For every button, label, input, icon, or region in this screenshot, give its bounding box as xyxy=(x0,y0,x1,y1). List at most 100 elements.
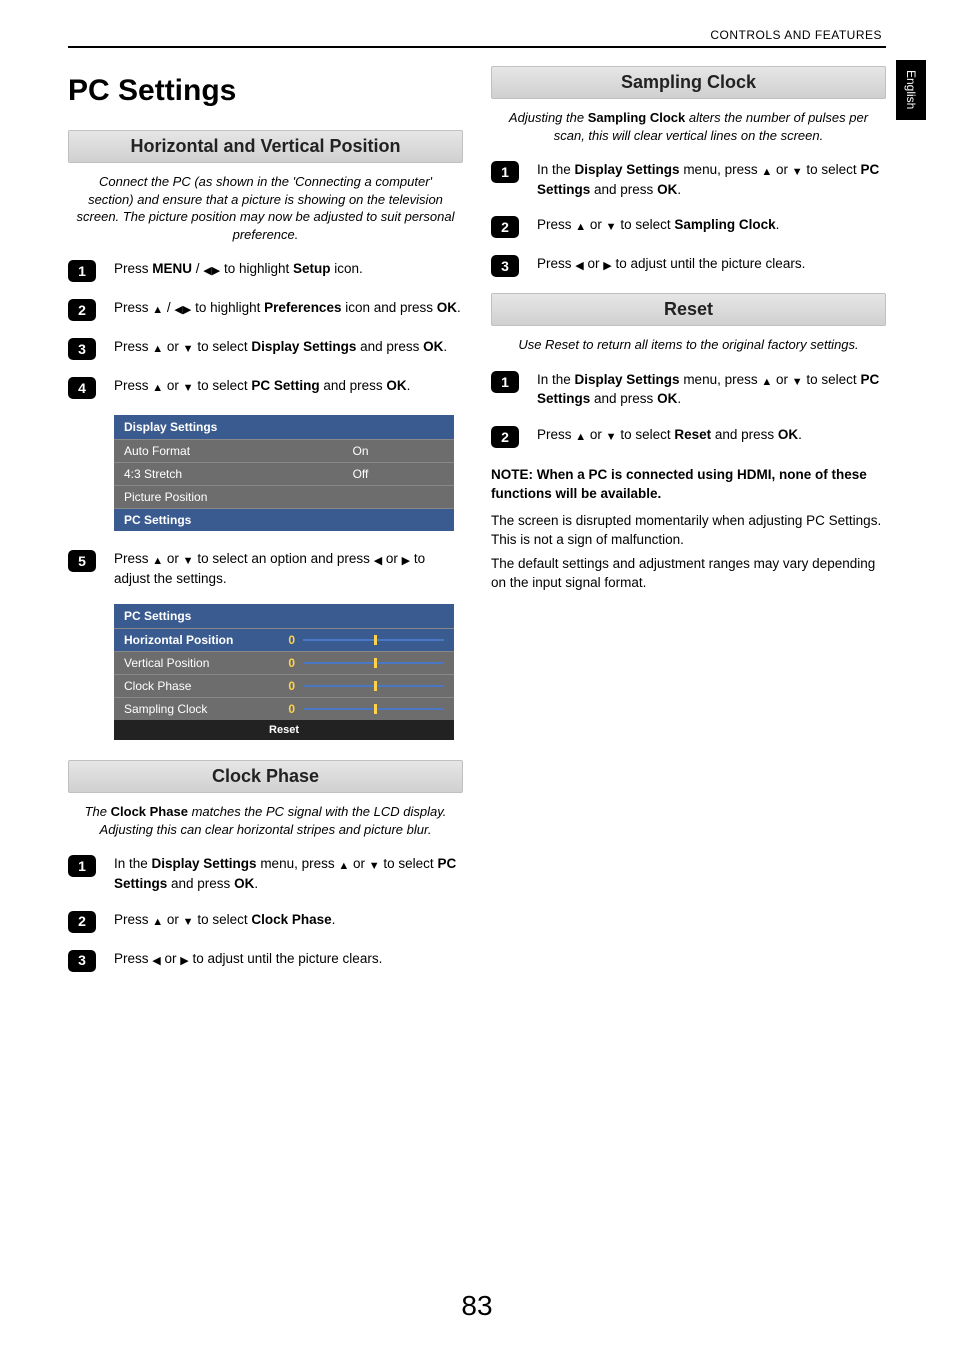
slider-track xyxy=(303,662,444,664)
page-number: 83 xyxy=(0,1290,954,1322)
sampling-clock-intro: Adjusting the Sampling Clock alters the … xyxy=(499,109,878,144)
hv-step-3: 3 Press ▲ or ▼ to select Display Setting… xyxy=(68,337,463,360)
step-badge: 5 xyxy=(68,550,96,572)
up-icon: ▲ xyxy=(761,377,772,388)
slider-thumb xyxy=(374,658,377,668)
up-icon: ▲ xyxy=(152,556,163,567)
menu-item-label: Picture Position xyxy=(114,486,267,509)
step-badge: 1 xyxy=(491,161,519,183)
step-badge: 3 xyxy=(68,950,96,972)
slider-thumb xyxy=(374,681,377,691)
section-sampling-clock: Sampling Clock xyxy=(491,66,886,99)
down-icon: ▼ xyxy=(183,383,194,394)
step-badge: 1 xyxy=(68,855,96,877)
right-icon: ▶ xyxy=(402,556,410,567)
section-clock-phase: Clock Phase xyxy=(68,760,463,793)
slider-thumb xyxy=(374,704,377,714)
slider: 0 xyxy=(277,633,444,647)
left-column: PC Settings Horizontal and Vertical Posi… xyxy=(68,66,463,988)
menu-item-label: Vertical Position xyxy=(114,652,267,675)
hdmi-note: NOTE: When a PC is connected using HDMI,… xyxy=(491,466,886,504)
up-icon: ▲ xyxy=(575,222,586,233)
slider-thumb xyxy=(374,635,377,645)
menu-header: PC Settings xyxy=(114,604,454,629)
right-icon: ▶ xyxy=(180,956,188,967)
slider-track xyxy=(303,639,444,641)
step-badge: 1 xyxy=(491,371,519,393)
left-right-icon: ◀▶ xyxy=(203,266,220,277)
step-badge: 2 xyxy=(68,911,96,933)
menu-item-label: Clock Phase xyxy=(114,675,267,698)
section-reset: Reset xyxy=(491,293,886,326)
up-icon: ▲ xyxy=(338,861,349,872)
hv-intro: Connect the PC (as shown in the 'Connect… xyxy=(76,173,455,243)
menu-item-value: On xyxy=(267,440,454,463)
right-icon: ▶ xyxy=(603,261,611,272)
body-text-1: The screen is disrupted momentarily when… xyxy=(491,512,886,550)
slider-track xyxy=(303,708,444,710)
menu-item-label: Horizontal Position xyxy=(114,629,267,652)
body-text-2: The default settings and adjustment rang… xyxy=(491,555,886,593)
left-icon: ◀ xyxy=(374,556,382,567)
reset-intro: Use Reset to return all items to the ori… xyxy=(499,336,878,354)
pc-settings-menu: PC Settings Horizontal Position 0 Vertic… xyxy=(114,604,454,740)
down-icon: ▼ xyxy=(183,556,194,567)
reset-step-1: 1 In the Display Settings menu, press ▲ … xyxy=(491,370,886,409)
menu-item-value xyxy=(267,486,454,509)
page-title: PC Settings xyxy=(68,74,463,108)
down-icon: ▼ xyxy=(369,861,380,872)
step-badge: 4 xyxy=(68,377,96,399)
menu-item-label: Auto Format xyxy=(114,440,267,463)
slider-track xyxy=(303,685,444,687)
hv-step-1: 1 Press MENU / ◀▶ to highlight Setup ico… xyxy=(68,259,463,282)
up-icon: ▲ xyxy=(152,383,163,394)
down-icon: ▼ xyxy=(183,917,194,928)
language-tab: English xyxy=(896,60,926,120)
step-badge: 2 xyxy=(491,216,519,238)
menu-footer-reset: Reset xyxy=(114,720,454,740)
left-right-icon: ◀▶ xyxy=(174,305,191,316)
clock-phase-intro: The Clock Phase matches the PC signal wi… xyxy=(76,803,455,838)
running-header: CONTROLS AND FEATURES xyxy=(68,28,886,42)
cp-step-1: 1 In the Display Settings menu, press ▲ … xyxy=(68,854,463,893)
step-badge: 1 xyxy=(68,260,96,282)
menu-item-label: PC Settings xyxy=(114,509,267,532)
down-icon: ▼ xyxy=(606,222,617,233)
step-badge: 3 xyxy=(491,255,519,277)
slider: 0 xyxy=(277,679,444,693)
down-icon: ▼ xyxy=(606,432,617,443)
hv-step-5: 5 Press ▲ or ▼ to select an option and p… xyxy=(68,549,463,588)
hv-step-2: 2 Press ▲ / ◀▶ to highlight Preferences … xyxy=(68,298,463,321)
down-icon: ▼ xyxy=(183,344,194,355)
section-hv-position: Horizontal and Vertical Position xyxy=(68,130,463,163)
up-icon: ▲ xyxy=(152,917,163,928)
up-icon: ▲ xyxy=(575,432,586,443)
menu-item-value: Off xyxy=(267,463,454,486)
up-icon: ▲ xyxy=(761,167,772,178)
slider: 0 xyxy=(277,656,444,670)
sc-step-2: 2 Press ▲ or ▼ to select Sampling Clock. xyxy=(491,215,886,238)
menu-item-label: 4:3 Stretch xyxy=(114,463,267,486)
left-icon: ◀ xyxy=(575,261,583,272)
cp-step-3: 3 Press ◀ or ▶ to adjust until the pictu… xyxy=(68,949,463,972)
left-icon: ◀ xyxy=(152,956,160,967)
language-tab-label: English xyxy=(904,70,918,109)
down-icon: ▼ xyxy=(792,167,803,178)
up-icon: ▲ xyxy=(152,344,163,355)
reset-step-2: 2 Press ▲ or ▼ to select Reset and press… xyxy=(491,425,886,448)
sc-step-3: 3 Press ◀ or ▶ to adjust until the pictu… xyxy=(491,254,886,277)
menu-item-label: Sampling Clock xyxy=(114,698,267,721)
sc-step-1: 1 In the Display Settings menu, press ▲ … xyxy=(491,160,886,199)
right-column: Sampling Clock Adjusting the Sampling Cl… xyxy=(491,66,886,988)
step-badge: 2 xyxy=(491,426,519,448)
display-settings-menu: Display Settings Auto FormatOn 4:3 Stret… xyxy=(114,415,454,531)
step-badge: 3 xyxy=(68,338,96,360)
up-icon: ▲ xyxy=(152,305,163,316)
step-badge: 2 xyxy=(68,299,96,321)
menu-header: Display Settings xyxy=(114,415,454,440)
menu-item-value xyxy=(267,509,454,532)
header-rule xyxy=(68,46,886,48)
hv-step-4: 4 Press ▲ or ▼ to select PC Setting and … xyxy=(68,376,463,399)
slider: 0 xyxy=(277,702,444,716)
cp-step-2: 2 Press ▲ or ▼ to select Clock Phase. xyxy=(68,910,463,933)
